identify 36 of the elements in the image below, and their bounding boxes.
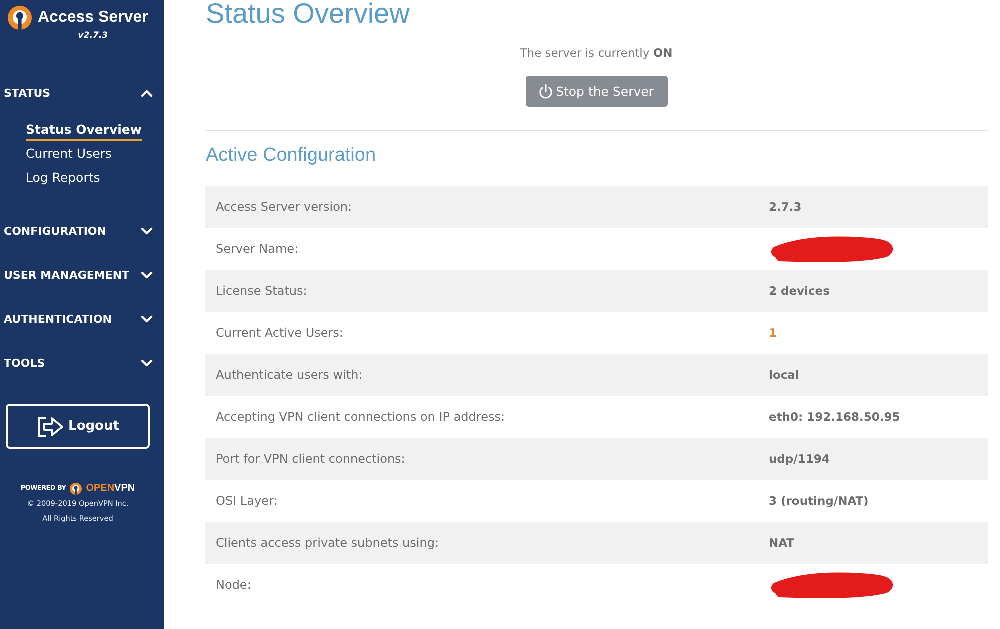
nav-link[interactable]: Current Users <box>26 145 112 165</box>
setting-value: 2.7.3 <box>769 199 802 215</box>
setting-label: License Status: <box>216 283 308 299</box>
keyhole-logo-icon <box>70 482 82 494</box>
setting-label: Node: <box>216 577 252 593</box>
logout-arrow-icon <box>36 416 65 438</box>
section-title: Active Configuration <box>206 144 376 168</box>
setting-label: Authenticate users with: <box>216 367 363 383</box>
setting-value: eth0: 192.168.50.95 <box>769 409 900 425</box>
version-label: v2.7.3 <box>78 30 108 42</box>
setting-value: 2 devices <box>769 283 830 299</box>
brand-wordmark: OPENVPN <box>86 482 136 496</box>
server-status-text: The server is currently ON <box>520 46 673 60</box>
nav-section-header[interactable]: TOOLS <box>0 341 164 385</box>
setting-label: Server Name: <box>216 241 299 257</box>
nav-section-header[interactable]: STATUS <box>0 71 164 115</box>
nav-section-header[interactable]: USER MANAGEMENT <box>0 253 164 297</box>
app-title: Access Server <box>38 8 148 28</box>
setting-value: udp/1194 <box>769 451 830 467</box>
nav-section-header[interactable]: CONFIGURATION <box>0 209 164 253</box>
setting-label: Accepting VPN client connections on IP address: <box>216 409 506 425</box>
power-icon <box>539 84 554 99</box>
page-title: Status Overview <box>206 0 410 28</box>
setting-label: Current Active Users: <box>216 325 344 341</box>
setting-value: NAT <box>769 535 794 551</box>
setting-label: Clients access private subnets using: <box>216 535 439 551</box>
setting-label: Port for VPN client connections: <box>216 451 406 467</box>
setting-value: 3 (routing/NAT) <box>769 493 869 509</box>
logout-button[interactable]: Logout <box>6 404 150 449</box>
setting-label: OSI Layer: <box>216 493 278 509</box>
nav-section-header[interactable]: AUTHENTICATION <box>0 297 164 341</box>
nav-link[interactable]: Status Overview <box>26 121 142 141</box>
nav-link[interactable]: Log Reports <box>26 169 100 189</box>
setting-value: local <box>769 367 800 383</box>
keyhole-logo-icon <box>8 6 32 30</box>
setting-label: Access Server version: <box>216 199 352 215</box>
